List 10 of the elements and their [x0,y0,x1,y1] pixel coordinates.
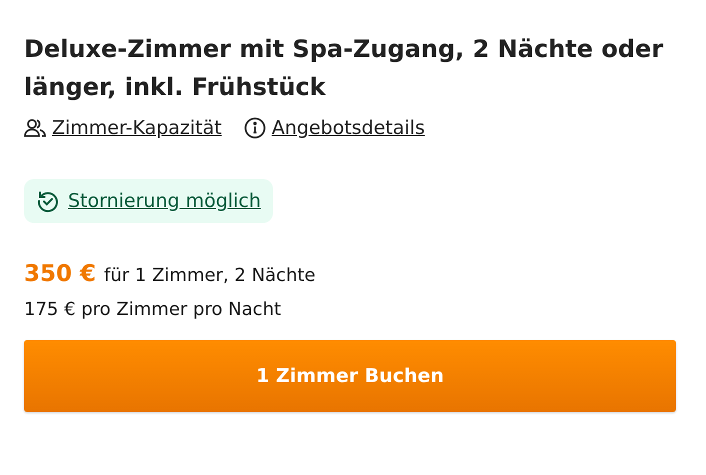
per-night-price: 175 € pro Zimmer pro Nacht [24,299,282,320]
people-icon [24,118,46,138]
refresh-check-icon [36,189,60,213]
cancellation-link[interactable]: Stornierung möglich [68,190,261,212]
offer-title: Deluxe-Zimmer mit Spa-Zugang, 2 Nächte oder länger, inkl. Frühstück [24,34,664,103]
total-price: 350 € [24,261,96,287]
link[interactable]: Angebotsdetails [272,117,425,139]
info-icon [244,117,266,139]
price-detail: für 1 Zimmer, 2 Nächte [104,265,316,286]
link[interactable]: Zimmer-Kapazität [52,117,222,139]
